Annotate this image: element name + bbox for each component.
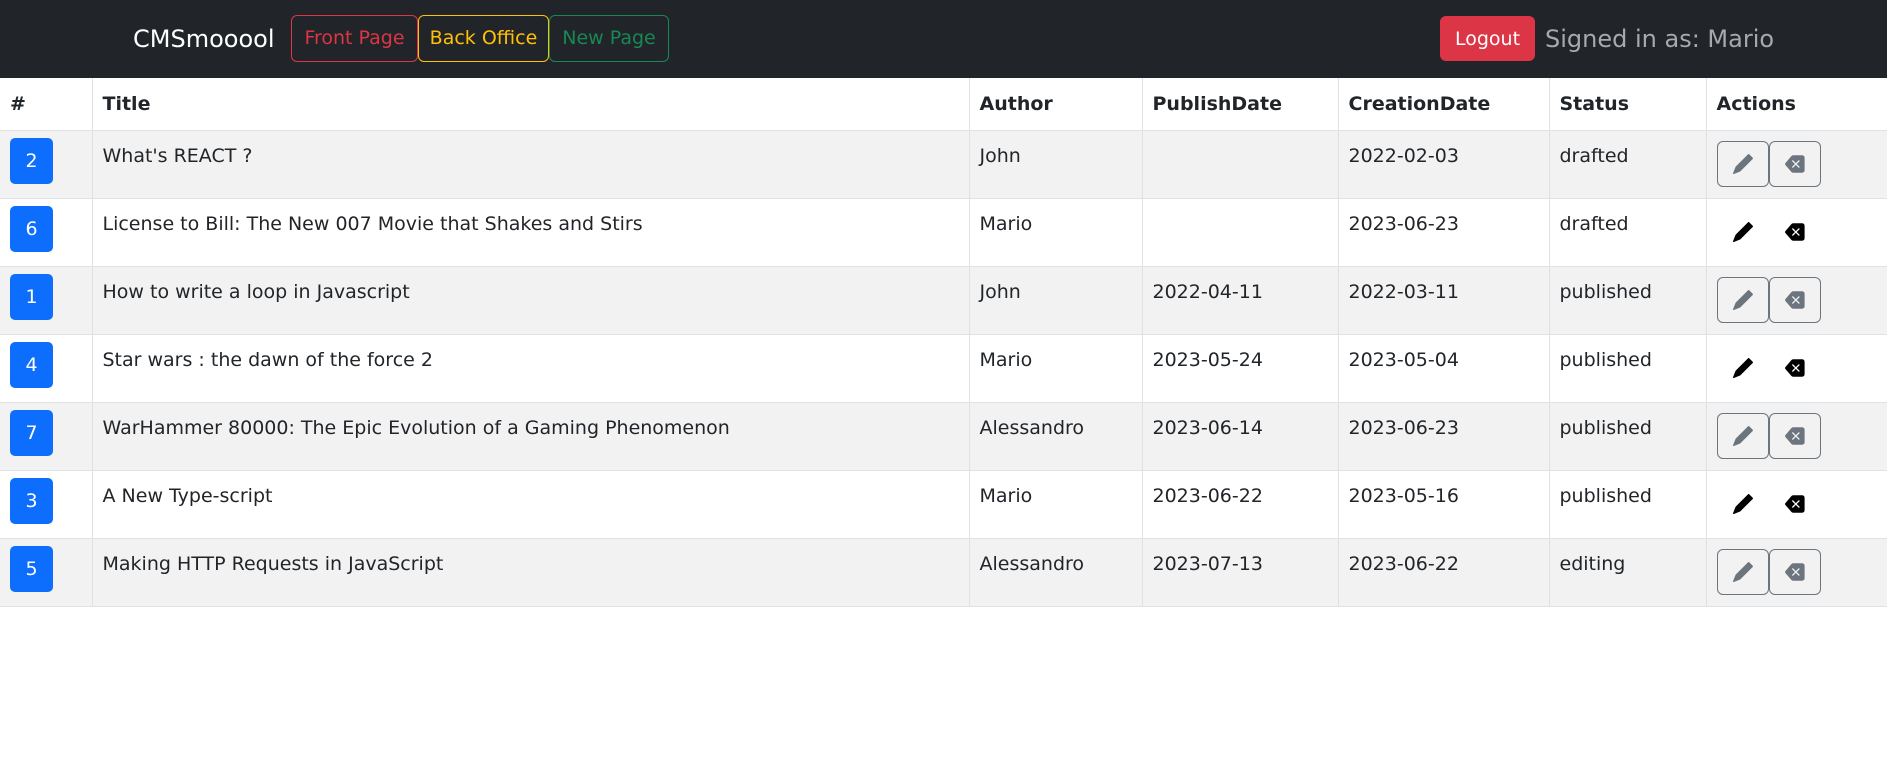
- row-id-badge[interactable]: 5: [10, 545, 53, 592]
- row-actions: [1706, 198, 1887, 267]
- row-id-cell: 7: [0, 402, 93, 471]
- table-row: 5 Making HTTP Requests in JavaScript Aless…: [0, 538, 1887, 607]
- header-actions: Actions: [1706, 78, 1887, 131]
- edit-button[interactable]: [1717, 345, 1769, 391]
- table-row: 7 WarHammer 80000: The Epic Evolution of …: [0, 402, 1887, 471]
- signed-in-user: Signed in as: Mario: [1545, 25, 1775, 53]
- row-status: drafted: [1549, 198, 1707, 267]
- row-publish-date: 2023-05-24: [1142, 334, 1339, 403]
- logout-button[interactable]: Logout: [1440, 16, 1535, 61]
- row-publish-date: 2023-07-13: [1142, 538, 1339, 607]
- delete-button[interactable]: [1768, 140, 1821, 187]
- row-id-cell: 3: [0, 470, 93, 539]
- top-navbar: CMSmooool Front Page Back Office New Pag…: [0, 0, 1887, 78]
- row-id-badge[interactable]: 4: [10, 341, 53, 388]
- edit-button[interactable]: [1716, 548, 1769, 595]
- row-status: published: [1549, 470, 1707, 539]
- row-title: License to Bill: The New 007 Movie that …: [92, 198, 970, 267]
- row-author: John: [969, 266, 1143, 335]
- row-title: What's REACT ?: [92, 130, 970, 199]
- row-actions: [1706, 470, 1887, 539]
- row-id-cell: 5: [0, 538, 93, 607]
- row-actions: [1706, 266, 1887, 335]
- row-creation-date: 2023-05-04: [1338, 334, 1550, 403]
- table-row: 2 What's REACT ? John 2022-02-03 drafted: [0, 130, 1887, 199]
- row-status: published: [1549, 334, 1707, 403]
- row-id-cell: 4: [0, 334, 93, 403]
- row-publish-date: 2023-06-22: [1142, 470, 1339, 539]
- edit-button[interactable]: [1717, 481, 1769, 527]
- row-id-badge[interactable]: 7: [10, 409, 53, 456]
- row-title: How to write a loop in Javascript: [92, 266, 970, 335]
- row-actions: [1706, 402, 1887, 471]
- front-page-button[interactable]: Front Page: [291, 15, 418, 62]
- row-title: Star wars : the dawn of the force 2: [92, 334, 970, 403]
- row-author: Mario: [969, 470, 1143, 539]
- header-title: Title: [92, 78, 970, 131]
- row-creation-date: 2023-05-16: [1338, 470, 1550, 539]
- row-title: Making HTTP Requests in JavaScript: [92, 538, 970, 607]
- row-status: published: [1549, 266, 1707, 335]
- row-status: published: [1549, 402, 1707, 471]
- table-row: 1 How to write a loop in Javascript John 20…: [0, 266, 1887, 335]
- edit-button[interactable]: [1716, 276, 1769, 323]
- row-author: Alessandro: [969, 402, 1143, 471]
- row-author: Alessandro: [969, 538, 1143, 607]
- header-publish-date: PublishDate: [1142, 78, 1339, 131]
- table-row: 4 Star wars : the dawn of the force 2 Mari…: [0, 334, 1887, 403]
- row-publish-date: 2022-04-11: [1142, 266, 1339, 335]
- table-row: 3 A New Type-script Mario 2023-06-22 2023-05…: [0, 470, 1887, 539]
- new-page-button[interactable]: New Page: [549, 15, 669, 62]
- row-creation-date: 2022-03-11: [1338, 266, 1550, 335]
- delete-button[interactable]: [1768, 412, 1821, 459]
- row-id-badge[interactable]: 2: [10, 137, 53, 184]
- row-id-cell: 1: [0, 266, 93, 335]
- row-status: editing: [1549, 538, 1707, 607]
- table-header-row: # Title Author PublishDate CreationDate …: [0, 78, 1887, 131]
- row-creation-date: 2023-06-23: [1338, 402, 1550, 471]
- row-id-badge[interactable]: 1: [10, 273, 53, 320]
- brand-title: CMSmooool: [133, 25, 275, 53]
- row-actions: [1706, 538, 1887, 607]
- edit-button[interactable]: [1717, 209, 1769, 255]
- row-publish-date: [1142, 130, 1339, 199]
- table-row: 6 License to Bill: The New 007 Movie that…: [0, 198, 1887, 267]
- row-id-badge[interactable]: 3: [10, 477, 53, 524]
- row-id-badge[interactable]: 6: [10, 205, 53, 252]
- row-title: WarHammer 80000: The Epic Evolution of a…: [92, 402, 970, 471]
- row-author: John: [969, 130, 1143, 199]
- delete-button[interactable]: [1769, 209, 1821, 255]
- edit-button[interactable]: [1716, 140, 1769, 187]
- row-author: Mario: [969, 334, 1143, 403]
- delete-button[interactable]: [1769, 345, 1821, 391]
- row-actions: [1706, 130, 1887, 199]
- row-author: Mario: [969, 198, 1143, 267]
- header-status: Status: [1549, 78, 1707, 131]
- delete-button[interactable]: [1769, 481, 1821, 527]
- row-actions: [1706, 334, 1887, 403]
- back-office-button[interactable]: Back Office: [418, 15, 549, 62]
- delete-button[interactable]: [1768, 276, 1821, 323]
- row-creation-date: 2023-06-23: [1338, 198, 1550, 267]
- row-creation-date: 2022-02-03: [1338, 130, 1550, 199]
- header-author: Author: [969, 78, 1143, 131]
- header-creation-date: CreationDate: [1338, 78, 1550, 131]
- header-id: #: [0, 78, 93, 131]
- row-id-cell: 6: [0, 198, 93, 267]
- row-publish-date: 2023-06-14: [1142, 402, 1339, 471]
- pages-table: # Title Author PublishDate CreationDate …: [0, 78, 1887, 607]
- row-id-cell: 2: [0, 130, 93, 199]
- edit-button[interactable]: [1716, 412, 1769, 459]
- delete-button[interactable]: [1768, 548, 1821, 595]
- row-title: A New Type-script: [92, 470, 970, 539]
- table-body: 2 What's REACT ? John 2022-02-03 drafted 6 Lic…: [0, 130, 1887, 607]
- row-creation-date: 2023-06-22: [1338, 538, 1550, 607]
- row-status: drafted: [1549, 130, 1707, 199]
- row-publish-date: [1142, 198, 1339, 267]
